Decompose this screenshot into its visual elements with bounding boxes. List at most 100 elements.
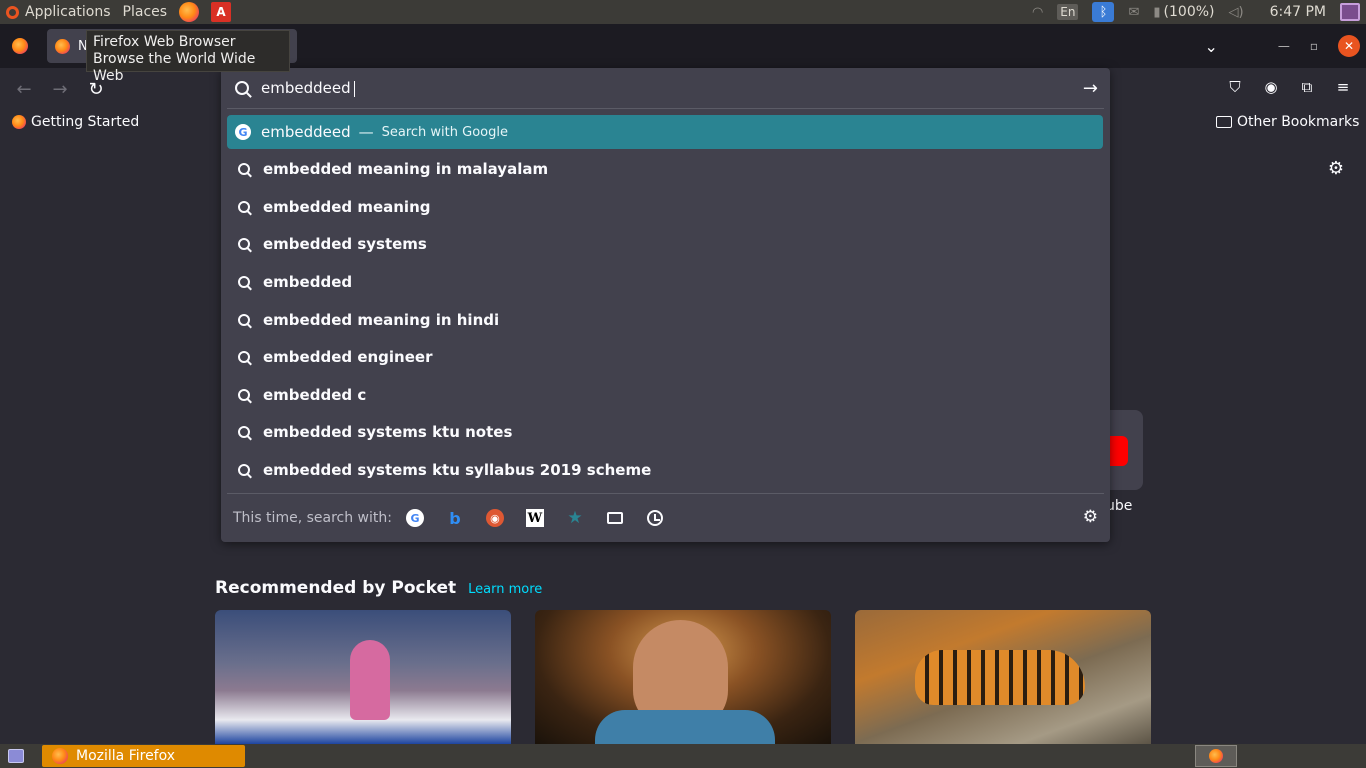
applications-menu[interactable]: Applications bbox=[19, 0, 117, 24]
pocket-learn-more-link[interactable]: Learn more bbox=[468, 582, 542, 597]
forward-button[interactable]: → bbox=[49, 78, 71, 100]
list-all-tabs-chevron-down-icon[interactable]: ⌄ bbox=[1204, 37, 1217, 56]
urlbar-dropdown: embeddeed → G embeddeed — Search with Go… bbox=[221, 68, 1110, 542]
suggestion-text: embedded systems ktu notes bbox=[263, 423, 513, 441]
clock[interactable]: 6:47 PM bbox=[1270, 4, 1326, 20]
battery-icon: ▮ bbox=[1153, 4, 1161, 20]
firefox-icon bbox=[1209, 749, 1223, 763]
wifi-icon[interactable]: ◠ bbox=[1032, 5, 1043, 20]
suggestion-item[interactable]: embedded systems ktu notes bbox=[227, 415, 1103, 449]
suggestion-item[interactable]: embedded meaning bbox=[227, 190, 1103, 224]
go-arrow-icon[interactable]: → bbox=[1083, 78, 1098, 99]
tooltip-description: Browse the World Wide Web bbox=[93, 51, 256, 84]
maximize-button[interactable]: ▫ bbox=[1310, 39, 1318, 53]
other-bookmarks-label: Other Bookmarks bbox=[1237, 114, 1360, 130]
tiger-image bbox=[915, 650, 1085, 705]
suggestion-separator: — bbox=[358, 123, 374, 141]
portrait-shoulders-image bbox=[595, 710, 775, 744]
bookmarks-star-icon[interactable]: ★ bbox=[566, 508, 584, 528]
tooltip-title: Firefox Web Browser bbox=[93, 34, 236, 50]
suggestion-item[interactable]: embedded bbox=[227, 265, 1103, 299]
suggestion-item[interactable]: embedded systems bbox=[227, 227, 1103, 261]
urlbar-divider bbox=[227, 108, 1104, 109]
google-engine-icon[interactable]: G bbox=[405, 509, 424, 527]
one-off-divider bbox=[227, 493, 1104, 494]
suggestion-item[interactable]: embedded engineer bbox=[227, 340, 1103, 374]
other-bookmarks[interactable]: Other Bookmarks bbox=[1216, 114, 1359, 130]
search-icon bbox=[238, 238, 250, 250]
close-window-button[interactable]: ✕ bbox=[1338, 35, 1360, 57]
battery-indicator[interactable]: ▮ (100%) bbox=[1153, 4, 1214, 20]
pocket-card-cricket[interactable] bbox=[215, 610, 511, 744]
one-off-search-buttons: This time, search with: G b ◉ W ★ bbox=[233, 506, 686, 530]
battery-percent: (100%) bbox=[1163, 4, 1215, 20]
suggestion-action: Search with Google bbox=[381, 124, 508, 140]
bluetooth-icon[interactable]: ᛒ bbox=[1092, 2, 1115, 22]
history-clock-icon bbox=[646, 510, 663, 526]
ubuntu-logo-icon[interactable] bbox=[6, 5, 19, 19]
suggestion-text: embedded systems ktu syllabus 2019 schem… bbox=[263, 461, 652, 479]
pocket-icon[interactable]: ⛉ bbox=[1226, 78, 1244, 96]
urlbar-input-row[interactable]: embeddeed → bbox=[221, 68, 1110, 108]
suggestion-item[interactable]: embedded c bbox=[227, 378, 1103, 412]
suggestion-text: embeddeed bbox=[261, 123, 351, 141]
system-top-panel: Applications Places A ◠ En ᛒ ✉ ▮ (100%) … bbox=[0, 0, 1366, 24]
search-icon bbox=[238, 314, 250, 326]
search-icon bbox=[238, 426, 250, 438]
suggestion-text: embedded systems bbox=[263, 235, 427, 253]
pocket-card-portrait[interactable] bbox=[535, 610, 831, 744]
folder-icon bbox=[1216, 116, 1232, 128]
search-settings-gear-icon[interactable]: ⚙ bbox=[1083, 507, 1098, 527]
taskbar-window-label: Mozilla Firefox bbox=[76, 748, 176, 764]
history-engine-button[interactable] bbox=[646, 509, 664, 527]
firefox-icon bbox=[179, 2, 200, 22]
duckduckgo-engine-icon[interactable]: ◉ bbox=[485, 509, 504, 527]
bookmark-label: Getting Started bbox=[31, 114, 140, 130]
back-button[interactable]: ← bbox=[13, 78, 35, 100]
cricket-player-image bbox=[350, 640, 390, 720]
taskbar-window-firefox[interactable]: Mozilla Firefox bbox=[42, 745, 245, 767]
pdf-icon: A bbox=[211, 2, 232, 22]
search-icon bbox=[238, 201, 250, 213]
minimize-button[interactable]: — bbox=[1278, 39, 1290, 53]
pocket-section-header: Recommended by Pocket Learn more bbox=[215, 578, 542, 598]
mail-icon[interactable]: ✉ bbox=[1128, 5, 1139, 20]
pocket-title: Recommended by Pocket bbox=[215, 578, 457, 598]
firefox-bookmark-icon bbox=[12, 115, 26, 129]
suggestion-text: embedded meaning in hindi bbox=[263, 311, 500, 329]
account-icon[interactable]: ◉ bbox=[1262, 78, 1280, 96]
keyboard-layout-indicator[interactable]: En bbox=[1057, 4, 1079, 20]
suggestion-item[interactable]: embedded systems ktu syllabus 2019 schem… bbox=[227, 453, 1103, 487]
tabs-engine-button[interactable] bbox=[606, 509, 624, 527]
session-monitor-icon[interactable] bbox=[1340, 3, 1360, 21]
wikipedia-engine-icon[interactable]: W bbox=[525, 509, 544, 527]
suggestion-search-with-google[interactable]: G embeddeed — Search with Google bbox=[227, 115, 1103, 149]
volume-icon[interactable]: ◁) bbox=[1229, 5, 1244, 20]
bookmark-getting-started[interactable]: Getting Started bbox=[12, 114, 139, 130]
tooltip: Firefox Web Browser Browse the World Wid… bbox=[86, 30, 290, 84]
pdf-launcher[interactable]: A bbox=[205, 0, 237, 24]
bing-engine-icon[interactable]: b bbox=[446, 509, 464, 528]
google-icon: G bbox=[235, 124, 251, 140]
workspace-switcher[interactable] bbox=[1195, 745, 1237, 767]
firefox-view-icon[interactable] bbox=[12, 38, 28, 54]
newtab-settings-gear-icon[interactable]: ⚙ bbox=[1328, 158, 1344, 179]
toolbar-right-icons: ⛉ ◉ ⧉ ≡ bbox=[1226, 78, 1352, 96]
pocket-card-tiger[interactable] bbox=[855, 610, 1151, 744]
show-desktop-icon[interactable] bbox=[8, 749, 24, 763]
search-icon bbox=[238, 389, 250, 401]
suggestion-text: embedded bbox=[263, 273, 353, 291]
bottom-taskbar: Mozilla Firefox bbox=[0, 744, 1366, 768]
suggestion-text: embedded engineer bbox=[263, 348, 433, 366]
firefox-tab-icon bbox=[55, 38, 70, 54]
one-off-label: This time, search with: bbox=[233, 510, 392, 526]
suggestion-item[interactable]: embedded meaning in hindi bbox=[227, 303, 1103, 337]
places-menu[interactable]: Places bbox=[117, 0, 174, 24]
search-icon bbox=[238, 351, 250, 363]
extensions-icon[interactable]: ⧉ bbox=[1298, 78, 1316, 96]
search-icon bbox=[238, 276, 250, 288]
firefox-launcher[interactable] bbox=[173, 0, 205, 24]
menu-hamburger-icon[interactable]: ≡ bbox=[1334, 78, 1352, 96]
suggestion-item[interactable]: embedded meaning in malayalam bbox=[227, 152, 1103, 186]
suggestion-text: embedded meaning in malayalam bbox=[263, 160, 549, 178]
